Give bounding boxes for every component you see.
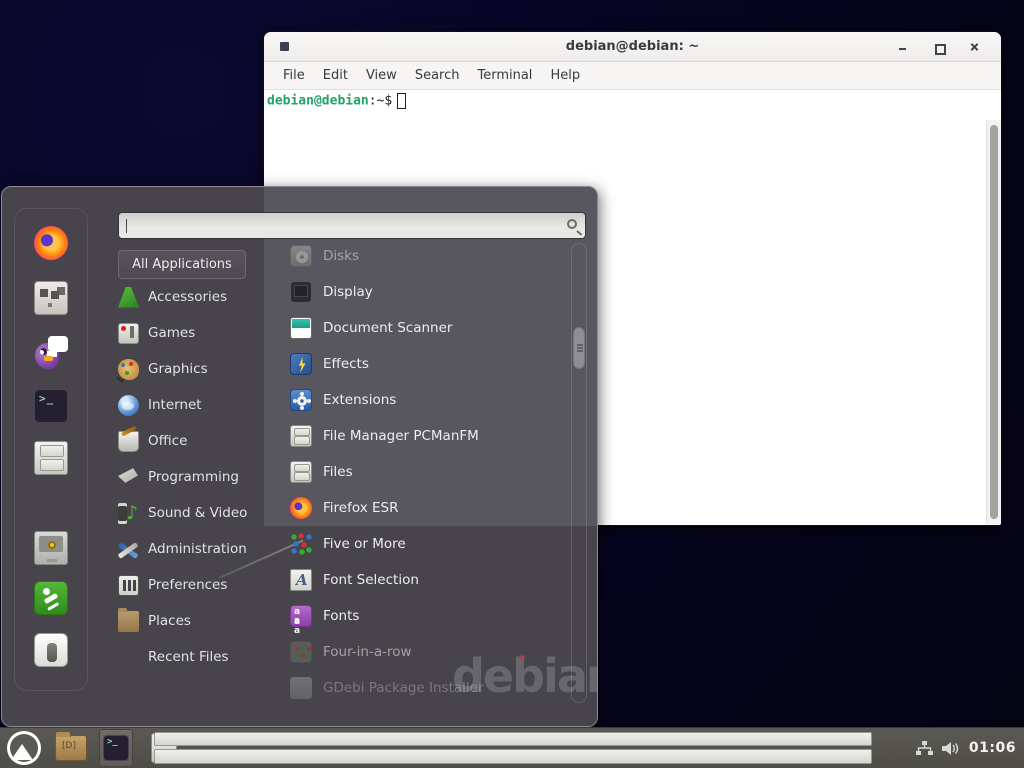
search-input[interactable] bbox=[125, 214, 557, 237]
menu-terminal[interactable]: Terminal bbox=[468, 68, 541, 83]
pidgin-icon[interactable] bbox=[34, 336, 68, 370]
menu-button-icon[interactable] bbox=[7, 731, 41, 765]
prompt-path: :~$ bbox=[369, 94, 392, 109]
app-extensions[interactable]: Extensions bbox=[290, 382, 570, 418]
application-menu: debian All Applications Accessories Game… bbox=[1, 186, 598, 727]
taskbar-folder-icon[interactable] bbox=[55, 735, 87, 761]
app-gdebi-package-installer[interactable]: GDebi Package Installer bbox=[290, 670, 570, 706]
programming-icon bbox=[118, 467, 139, 488]
app-list-scrollbar[interactable] bbox=[571, 243, 587, 703]
terminal-cursor bbox=[397, 93, 406, 109]
pidgin-beak bbox=[44, 356, 53, 361]
category-sound-video[interactable]: Sound & Video bbox=[118, 495, 268, 531]
app-files[interactable]: Files bbox=[290, 454, 570, 490]
pidgin-eye bbox=[40, 348, 47, 355]
category-preferences[interactable]: Preferences bbox=[118, 567, 268, 603]
taskbar-clock[interactable]: 01:06 bbox=[969, 740, 1016, 756]
maximize-button[interactable] bbox=[933, 41, 945, 53]
document-scanner-icon bbox=[290, 317, 312, 339]
administration-tools-icon bbox=[118, 539, 139, 560]
text-caret bbox=[126, 219, 127, 233]
extensions-gear-icon bbox=[290, 389, 312, 411]
close-button[interactable] bbox=[969, 41, 981, 53]
category-internet[interactable]: Internet bbox=[118, 387, 268, 423]
taskbar-terminal-icon bbox=[103, 735, 129, 761]
menu-help[interactable]: Help bbox=[541, 68, 589, 83]
search-box bbox=[118, 212, 586, 239]
app-four-in-a-row[interactable]: Four-in-a-row bbox=[290, 634, 570, 670]
files-cabinet-icon bbox=[290, 461, 312, 483]
places-folder-icon bbox=[118, 611, 139, 632]
keyboard-icon[interactable] bbox=[34, 281, 68, 315]
app-file-manager-pcmanfm[interactable]: File Manager PCManFM bbox=[290, 418, 570, 454]
category-recent-files[interactable]: Recent Files bbox=[118, 639, 268, 675]
games-icon bbox=[118, 323, 139, 344]
terminal-menubar: File Edit View Search Terminal Help bbox=[264, 62, 1001, 90]
app-display[interactable]: Display bbox=[290, 274, 570, 310]
app-document-scanner[interactable]: Document Scanner bbox=[290, 310, 570, 346]
taskbar: 01:06 bbox=[0, 727, 1024, 768]
menu-edit[interactable]: Edit bbox=[314, 68, 357, 83]
five-or-more-icon bbox=[290, 533, 312, 555]
terminal-titlebar[interactable]: debian@debian: ~ bbox=[264, 32, 1001, 62]
menu-search[interactable]: Search bbox=[406, 68, 469, 83]
lock-screen-icon[interactable] bbox=[34, 531, 68, 565]
pcmanfm-cabinet-icon bbox=[290, 425, 312, 447]
app-disks[interactable]: Disks bbox=[290, 238, 570, 274]
system-tray: 01:06 bbox=[916, 740, 1024, 756]
terminal-launcher-icon[interactable] bbox=[34, 389, 68, 423]
fonts-icon bbox=[290, 605, 312, 627]
sound-video-icon bbox=[118, 503, 139, 524]
graphics-icon bbox=[118, 359, 139, 380]
volume-icon[interactable] bbox=[942, 741, 960, 756]
firefox-esr-icon bbox=[290, 497, 312, 519]
category-administration[interactable]: Administration bbox=[118, 531, 268, 567]
taskbar-terminal-task[interactable] bbox=[99, 729, 133, 767]
category-games[interactable]: Games bbox=[118, 315, 268, 351]
category-programming[interactable]: Programming bbox=[118, 459, 268, 495]
shutdown-icon[interactable] bbox=[34, 633, 68, 667]
app-font-selection[interactable]: Font Selection bbox=[290, 562, 570, 598]
prompt-user-host: debian@debian bbox=[267, 94, 369, 109]
office-icon bbox=[118, 431, 139, 452]
network-icon[interactable] bbox=[916, 741, 933, 756]
monitor-stand bbox=[47, 559, 57, 562]
category-graphics[interactable]: Graphics bbox=[118, 351, 268, 387]
four-in-a-row-icon bbox=[290, 641, 312, 663]
terminal-scrollbar[interactable] bbox=[986, 120, 1001, 524]
category-places[interactable]: Places bbox=[118, 603, 268, 639]
internet-globe-icon bbox=[118, 395, 139, 416]
effects-icon bbox=[290, 353, 312, 375]
accessories-icon bbox=[118, 287, 139, 308]
app-effects[interactable]: Effects bbox=[290, 346, 570, 382]
display-icon bbox=[290, 281, 312, 303]
firefox-icon[interactable] bbox=[34, 226, 68, 260]
menu-file[interactable]: File bbox=[274, 68, 314, 83]
app-firefox-esr[interactable]: Firefox ESR bbox=[290, 490, 570, 526]
font-selection-icon bbox=[290, 569, 312, 591]
all-applications-button[interactable]: All Applications bbox=[118, 250, 246, 279]
app-five-or-more[interactable]: Five or More bbox=[290, 526, 570, 562]
preferences-sliders-icon bbox=[118, 575, 139, 596]
taskbar-file-manager-icon[interactable] bbox=[151, 733, 177, 763]
disks-icon bbox=[290, 245, 312, 267]
logout-icon[interactable] bbox=[34, 581, 68, 615]
app-fonts[interactable]: Fonts bbox=[290, 598, 570, 634]
minimize-button[interactable] bbox=[897, 41, 909, 53]
terminal-scrollbar-thumb[interactable] bbox=[990, 125, 998, 519]
category-office[interactable]: Office bbox=[118, 423, 268, 459]
gdebi-icon bbox=[290, 677, 312, 699]
category-accessories[interactable]: Accessories bbox=[118, 279, 268, 315]
file-manager-icon[interactable] bbox=[34, 441, 68, 475]
search-icon bbox=[567, 219, 577, 229]
app-list-scrollbar-thumb[interactable] bbox=[573, 327, 585, 369]
menu-view[interactable]: View bbox=[357, 68, 406, 83]
terminal-title: debian@debian: ~ bbox=[264, 39, 1001, 54]
